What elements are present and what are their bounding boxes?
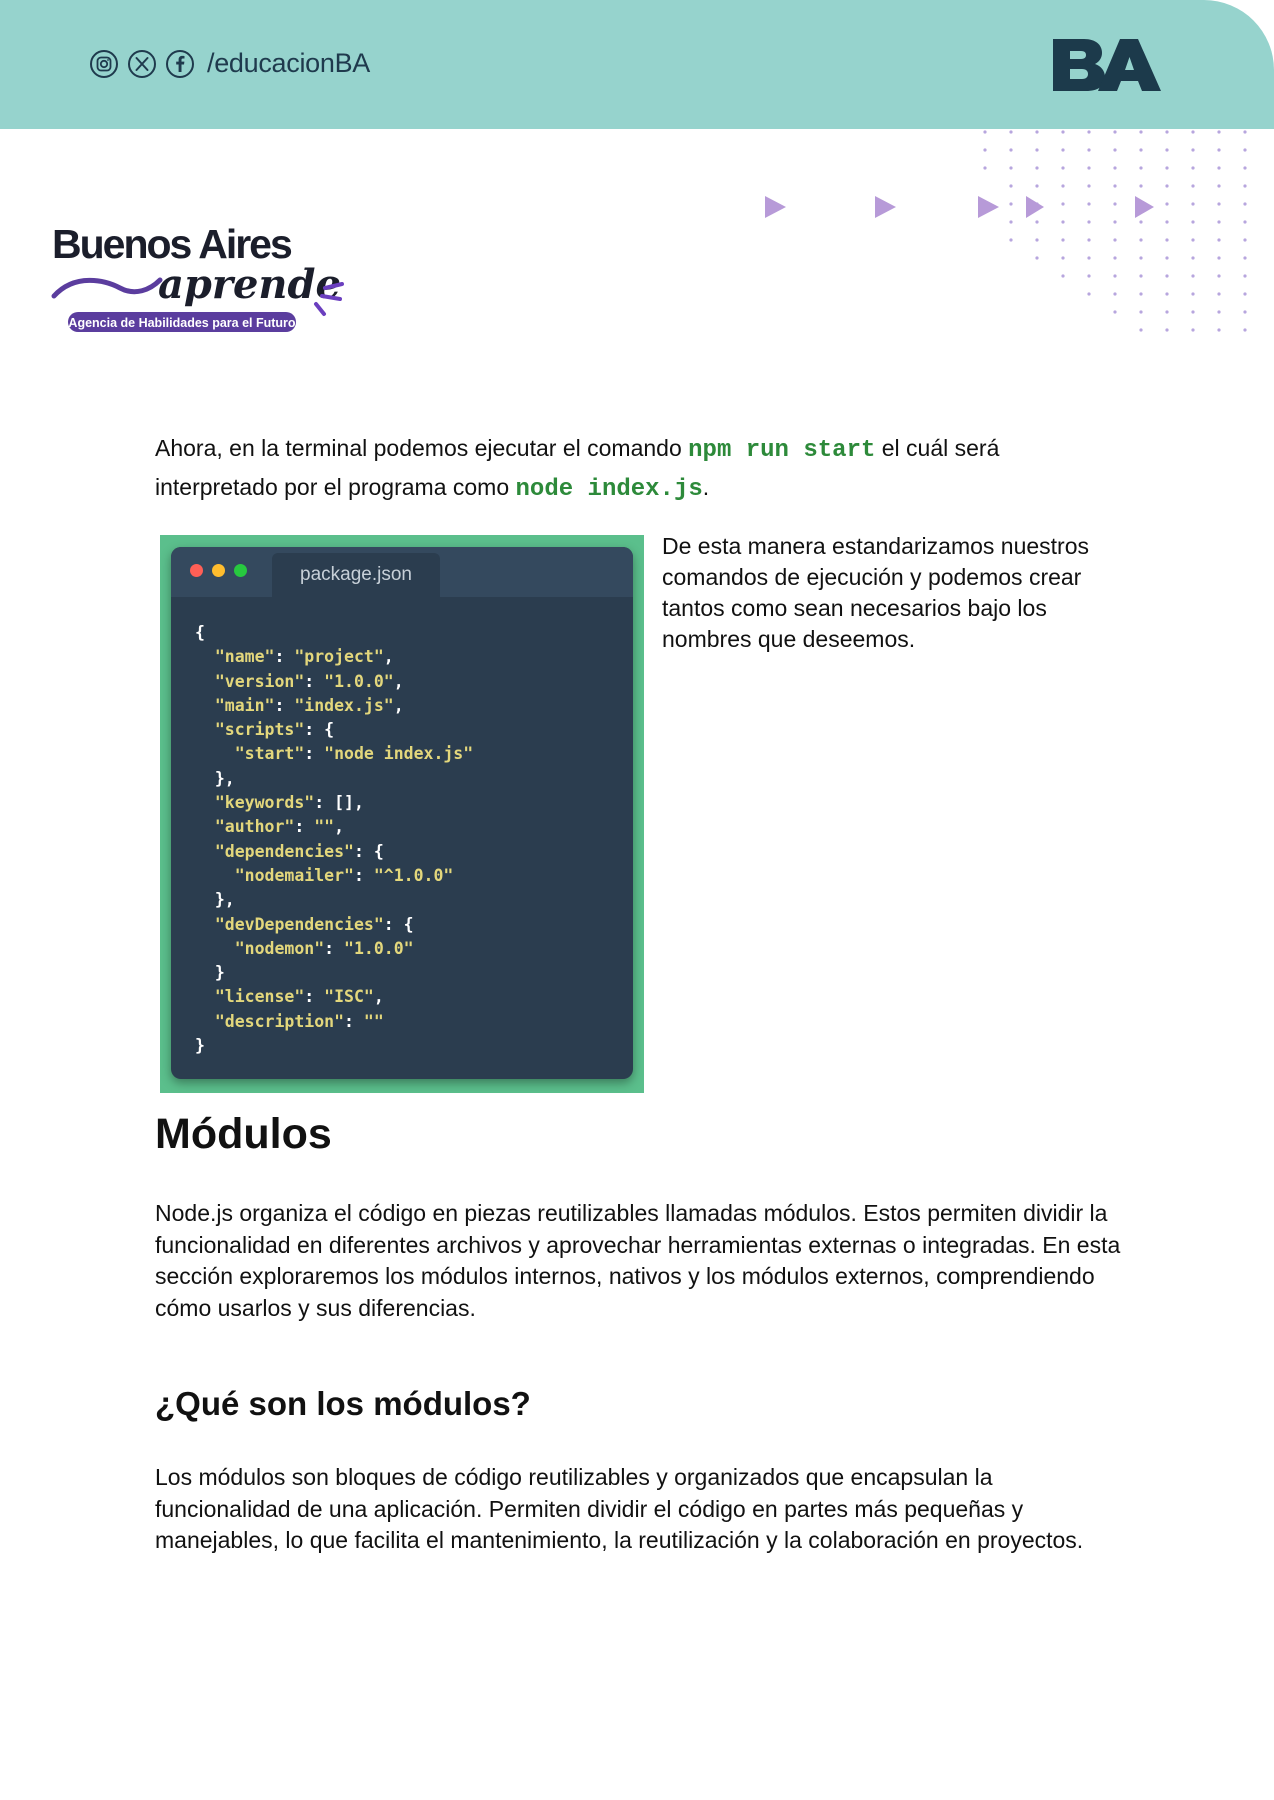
code-line: } [195, 1036, 205, 1056]
code-editor-window: package.json { "name": "project", "versi… [171, 547, 633, 1079]
brand-tagline: Agencia de Habilidades para el Futuro [68, 316, 296, 330]
editor-tab-package-json: package.json [272, 553, 440, 597]
section-body-que-son: Los módulos son bloques de código reutil… [155, 1464, 1084, 1553]
code-line: }, [195, 890, 235, 910]
buenos-aires-aprende-logo: Buenos Aires aprende Agencia de Habilida… [51, 221, 344, 332]
code-line: }, [195, 768, 235, 788]
section-title-que-son: ¿Qué son los módulos? [155, 1385, 531, 1422]
code-line: { [195, 623, 205, 642]
code-line: "devDependencies": { [214, 914, 414, 934]
code-line: "version": "1.0.0", [214, 671, 404, 691]
social-links: /educacionBA [89, 48, 370, 79]
code-line: "license": "ISC", [214, 987, 384, 1007]
intro-text-3: . [702, 474, 710, 500]
ba-logo [1053, 39, 1161, 91]
code-line: "scripts": { [214, 720, 335, 740]
decorative-arrows [765, 196, 1154, 218]
inline-command-npm-run-start: npm run start [688, 437, 876, 464]
section-body-modulos: Node.js organiza el código en piezas reu… [155, 1200, 1121, 1321]
code-line: } [195, 963, 225, 983]
close-dot-icon [190, 564, 203, 577]
brand-line2: aprende [158, 261, 341, 308]
code-line: "start": "node index.js" [234, 744, 474, 764]
code-line: "dependencies": { [214, 841, 384, 861]
code-line: "nodemailer": "^1.0.0" [234, 865, 454, 885]
code-line: "description": "" [214, 1011, 384, 1031]
instagram-icon[interactable] [89, 49, 119, 79]
intro-text-1: Ahora, en la terminal podemos ejecutar e… [155, 435, 689, 461]
inline-command-node-index: node index.js [515, 476, 703, 503]
editor-titlebar: package.json [171, 547, 633, 597]
header-band: /educacionBA [0, 0, 1274, 129]
side-paragraph: De esta manera estandarizamos nuestros c… [662, 533, 1089, 652]
section-title-modulos: Módulos [155, 1110, 332, 1158]
code-line: "name": "project", [214, 647, 394, 667]
code-line: "nodemon": "1.0.0" [234, 938, 414, 958]
intro-paragraph: Ahora, en la terminal podemos ejecutar e… [155, 430, 1115, 508]
facebook-icon[interactable] [165, 49, 195, 79]
decorative-dot-pattern [983, 130, 1247, 332]
code-screenshot: package.json { "name": "project", "versi… [160, 535, 644, 1093]
maximize-dot-icon [234, 564, 247, 577]
code-line: "main": "index.js", [214, 695, 404, 715]
minimize-dot-icon [212, 564, 225, 577]
x-icon[interactable] [127, 49, 157, 79]
code-block: { "name": "project", "version": "1.0.0",… [195, 621, 473, 1058]
code-line: "author": "", [214, 817, 345, 837]
code-line: "keywords": [], [214, 793, 364, 813]
social-handle[interactable]: /educacionBA [207, 48, 370, 79]
